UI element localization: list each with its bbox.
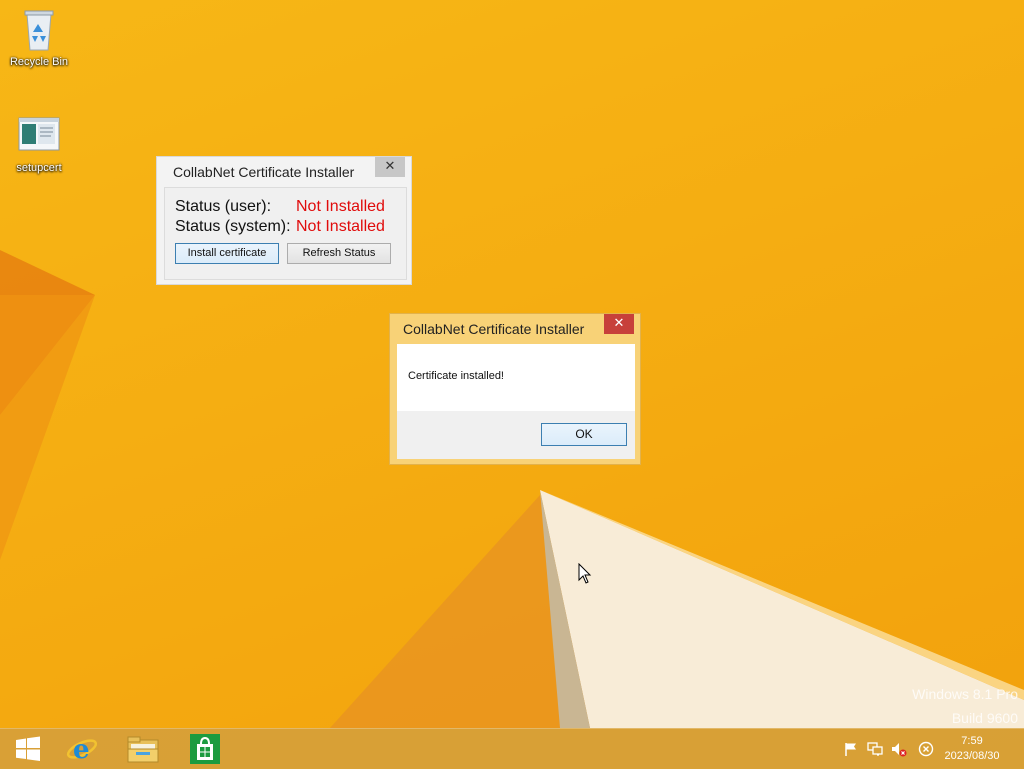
windows-build-watermark: Build 9600 [951, 710, 1018, 726]
status-user-value: Not Installed [296, 198, 385, 215]
recycle-bin-icon [15, 6, 63, 54]
setupcert-shortcut[interactable]: setupcert [0, 112, 79, 174]
installer-client-area: Status (user): Not Installed Status (sys… [164, 187, 407, 280]
windows-store-icon [190, 734, 220, 764]
setupcert-label: setupcert [16, 162, 62, 174]
clock-date: 2023/08/30 [944, 750, 1000, 762]
certificate-installer-window: CollabNet Certificate Installer ✕ Status… [156, 156, 412, 285]
recycle-bin-label: Recycle Bin [9, 56, 69, 68]
dialog-title: CollabNet Certificate Installer [403, 321, 585, 337]
certificate-installed-dialog: CollabNet Certificate Installer ✕ Certif… [389, 313, 641, 465]
svg-text:e: e [73, 735, 90, 765]
installer-titlebar[interactable]: CollabNet Certificate Installer ✕ [157, 157, 411, 187]
status-system-label: Status (system): [175, 218, 291, 235]
refresh-status-button[interactable]: Refresh Status [287, 243, 391, 264]
taskbar-file-explorer[interactable] [115, 729, 171, 769]
mouse-pointer-icon [578, 563, 592, 584]
dialog-button-area: OK [397, 411, 635, 459]
volume-muted-icon[interactable] [891, 741, 907, 757]
file-explorer-icon [127, 736, 159, 763]
network-icon[interactable] [867, 741, 883, 757]
taskbar-internet-explorer[interactable]: e [54, 729, 110, 769]
action-center-flag-icon[interactable] [843, 741, 859, 757]
dialog-titlebar[interactable]: CollabNet Certificate Installer ✕ [390, 314, 640, 344]
system-clock[interactable]: 7:59 2023/08/30 [932, 734, 1012, 764]
taskbar-windows-store[interactable] [177, 729, 233, 769]
recycle-bin-shortcut[interactable]: Recycle Bin [0, 6, 79, 68]
clock-time: 7:59 [961, 735, 983, 747]
dialog-message: Certificate installed! [408, 370, 504, 382]
dialog-close-button[interactable]: ✕ [604, 314, 634, 334]
windows-start-icon [16, 736, 40, 761]
status-system-value: Not Installed [296, 218, 385, 235]
status-user-label: Status (user): [175, 198, 272, 215]
install-certificate-button[interactable]: Install certificate [175, 243, 279, 264]
ok-button[interactable]: OK [541, 423, 627, 446]
start-button[interactable] [0, 729, 56, 769]
installer-close-button[interactable]: ✕ [375, 157, 405, 177]
executable-icon [15, 112, 63, 160]
dialog-message-area: Certificate installed! [397, 344, 635, 411]
windows-edition-watermark: Windows 8.1 Pro [912, 686, 1018, 702]
internet-explorer-icon: e [66, 735, 98, 765]
taskbar: e 7:59 2023/08/30 [0, 728, 1024, 769]
installer-title: CollabNet Certificate Installer [173, 164, 355, 180]
